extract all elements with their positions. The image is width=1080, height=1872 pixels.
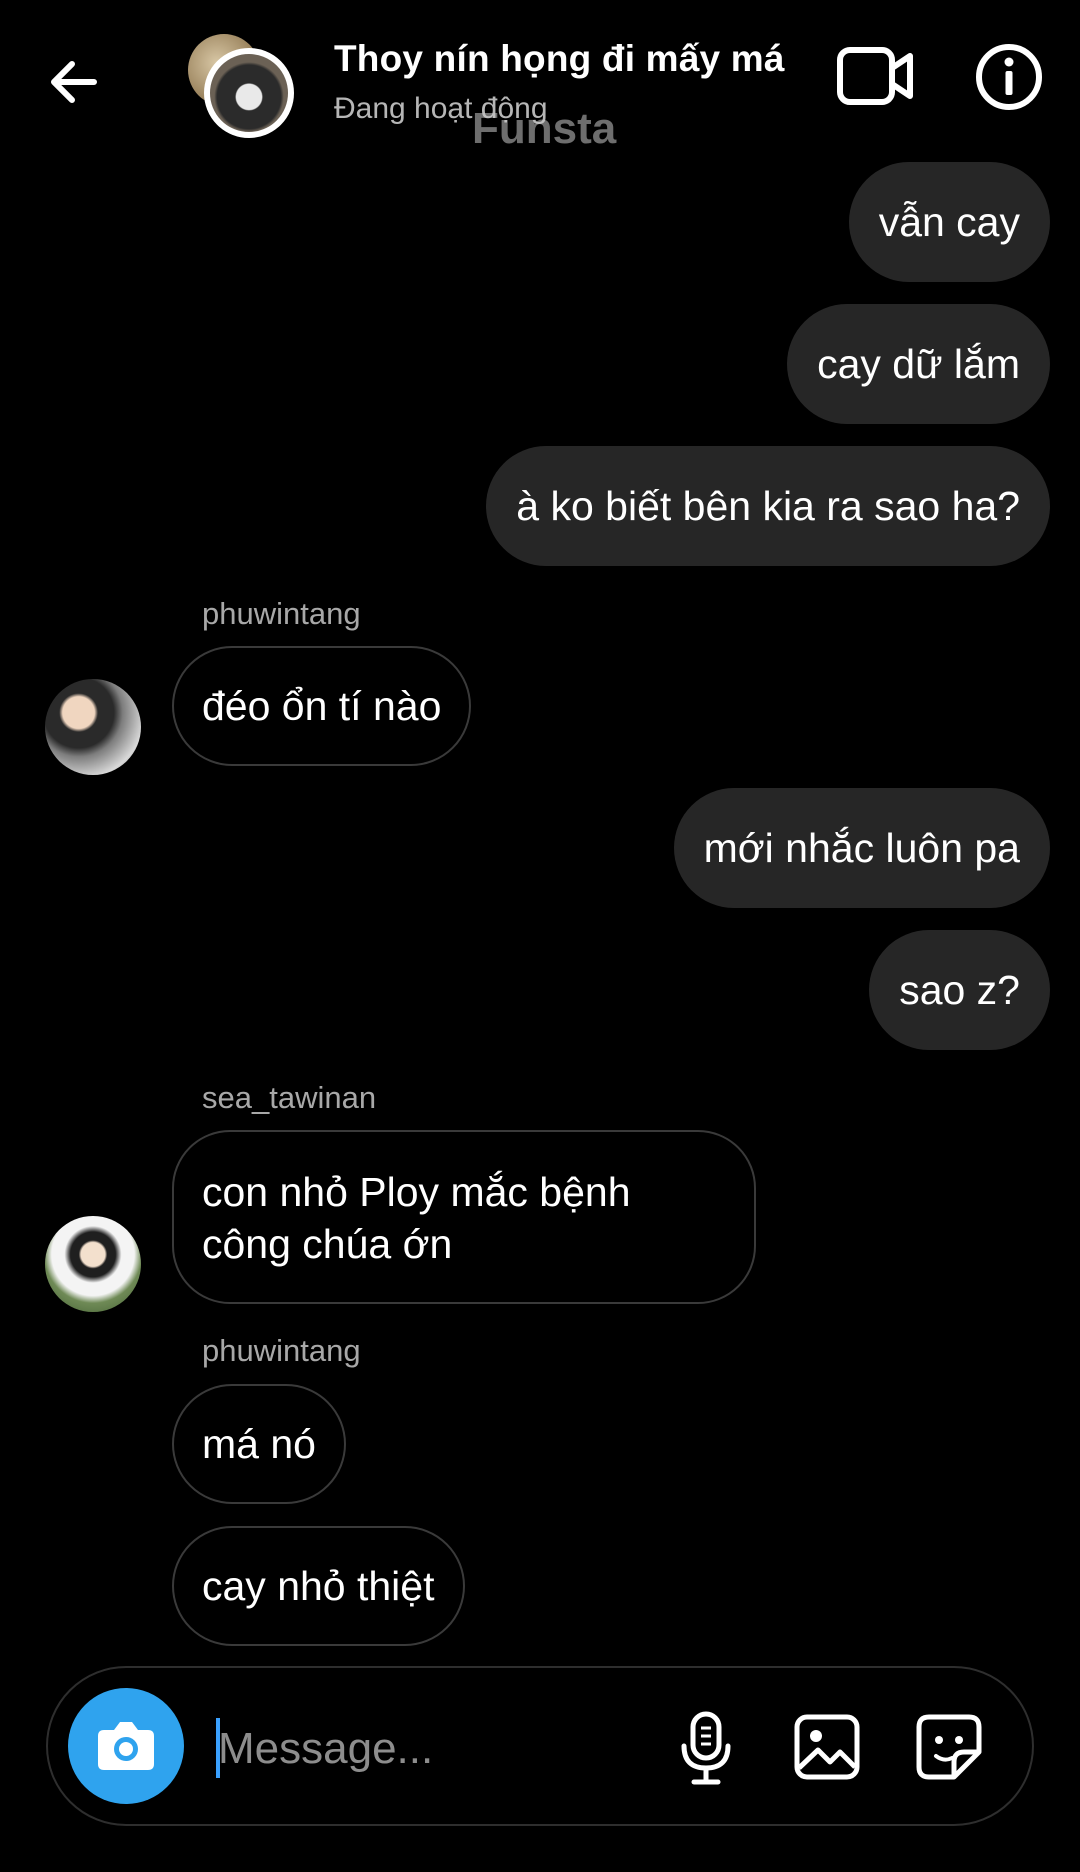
message-bubble-sent[interactable]: sao z? [869,930,1050,1050]
message-bubble-received[interactable]: đéo ổn tí nào [172,646,472,766]
message-bubble-sent[interactable]: à ko biết bên kia ra sao ha? [486,446,1050,566]
chat-header: Thoy nín họng đi mấy má Đang hoạt động F… [0,0,1080,160]
group-avatar[interactable] [188,30,298,140]
message-bubble-sent[interactable]: cay dữ lắm [787,304,1050,424]
info-icon [976,44,1042,110]
sender-avatar[interactable] [45,1216,141,1312]
sticker-icon [916,1714,982,1780]
sender-name: phuwintang [202,596,361,631]
gallery-button[interactable] [792,1712,862,1782]
message-line: công chúa ớn [202,1221,453,1267]
video-call-icon [837,47,913,105]
watermark: Funsta [472,104,617,153]
microphone-icon [681,1711,731,1785]
avatar-front [204,48,294,138]
video-call-button[interactable] [836,44,916,108]
sticker-button[interactable] [914,1712,984,1782]
message-bubble-received[interactable]: cay nhỏ thiệt [172,1526,465,1646]
message-line: con nhỏ Ploy mắc bệnh [202,1169,631,1215]
camera-button[interactable] [68,1688,184,1804]
back-button[interactable] [44,52,104,112]
info-button[interactable] [974,42,1044,112]
back-arrow-icon [51,61,97,103]
chat-title[interactable]: Thoy nín họng đi mấy má [334,38,785,80]
message-bubble-received[interactable]: con nhỏ Ploy mắc bệnh công chúa ớn [172,1130,756,1304]
voice-message-button[interactable] [676,1708,736,1788]
camera-icon [98,1722,154,1770]
message-input[interactable] [218,1714,638,1784]
message-bubble-received[interactable]: má nó [172,1384,346,1504]
sender-avatar[interactable] [45,679,141,775]
message-bubble-sent[interactable]: vẫn cay [848,162,1050,282]
sender-name: phuwintang [202,1333,361,1368]
gallery-icon [794,1714,860,1780]
sender-name: sea_tawinan [202,1080,377,1115]
message-bubble-sent[interactable]: mới nhắc luôn pa [673,788,1050,908]
